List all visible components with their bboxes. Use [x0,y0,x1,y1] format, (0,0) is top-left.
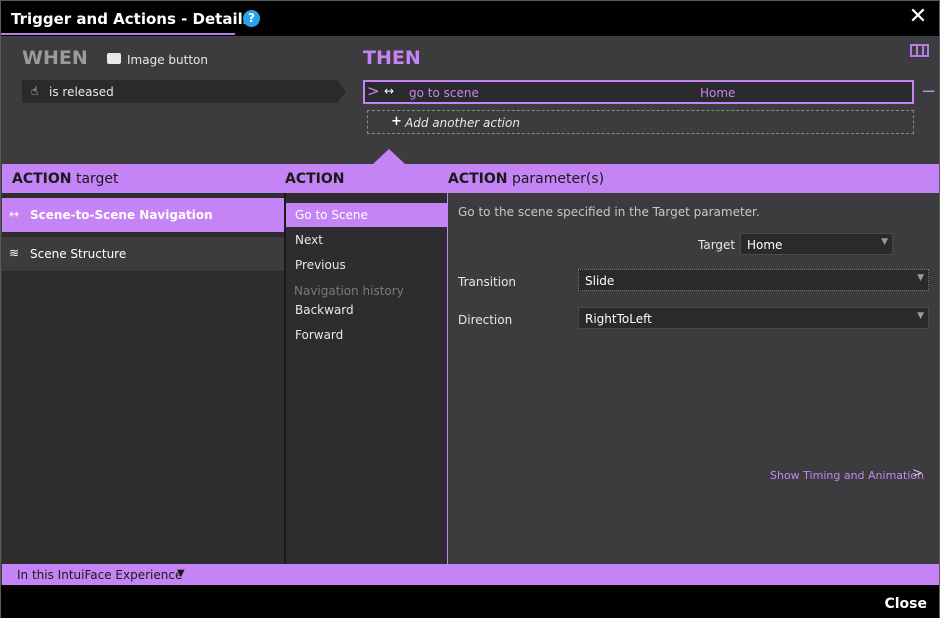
navigation-arrows-icon: ↔ [384,84,395,98]
trigger-actions-dialog: Trigger and Actions - Details ? ✕ WHEN I… [0,0,940,618]
image-button-icon [107,53,121,64]
dialog-title: Trigger and Actions - Details [11,10,252,28]
chevron-down-icon: ▼ [917,311,924,321]
direction-select-value: RightToLeft [585,312,652,326]
plus-icon: + [391,114,402,129]
hand-icon: ☝ [31,84,39,98]
action-header: ACTION [285,171,345,187]
trigger-label: is released [49,85,114,99]
remove-action-button[interactable]: − [921,81,936,102]
action-value: Home [700,86,736,100]
help-icon[interactable]: ? [243,10,260,27]
add-action-label: Add another action [405,116,520,130]
target-item-scene-navigation[interactable]: ↔ Scene-to-Scene Navigation [2,198,284,232]
action-parameters-header: ACTION parameter(s) [448,171,605,187]
transition-select[interactable]: Slide ▼ [578,269,929,291]
trigger-source-label: Image button [127,53,208,67]
layers-icon: ≋ [9,246,20,260]
chevron-down-icon[interactable]: ▼ [177,568,185,579]
then-heading: THEN [363,47,421,69]
action-target-header: ACTION target [12,171,119,187]
show-timing-link[interactable]: Show Timing and Animation [770,469,924,482]
transition-select-value: Slide [585,274,615,288]
close-button[interactable]: Close [884,596,927,612]
action-item-backward[interactable]: Backward [286,298,447,322]
target-item-label: Scene Structure [30,247,127,261]
bottom-bar [1,585,939,618]
target-select[interactable]: Home ▼ [740,233,893,255]
title-underline [1,33,235,35]
column-divider [447,193,448,564]
chevron-down-icon: ▼ [917,273,924,283]
scope-label: In this IntuiFace Experience [17,568,183,582]
transition-label: Transition [458,275,517,289]
navigation-arrows-icon: ↔ [9,207,20,221]
action-item-previous[interactable]: Previous [286,253,447,277]
action-name: go to scene [409,86,479,100]
chevron-right-icon[interactable]: > [912,466,923,481]
action-group-label: Navigation history [294,284,404,298]
selection-pointer [373,149,405,164]
action-item-next[interactable]: Next [286,228,447,252]
action-item-go-to-scene[interactable]: Go to Scene [286,203,447,227]
table-view-icon[interactable] [910,44,929,57]
action-description: Go to the scene specified in the Target … [458,205,760,219]
when-heading: WHEN [22,47,88,69]
target-label: Target [698,238,736,252]
direction-select[interactable]: RightToLeft ▼ [578,307,929,329]
target-item-label: Scene-to-Scene Navigation [30,208,213,222]
close-icon[interactable]: ✕ [907,6,929,28]
direction-label: Direction [458,313,513,327]
target-select-value: Home [747,238,783,252]
chevron-down-icon: ▼ [881,237,888,247]
target-item-scene-structure[interactable]: ≋ Scene Structure [2,237,284,271]
action-item-forward[interactable]: Forward [286,323,447,347]
chevron-right-icon: > [367,82,380,100]
